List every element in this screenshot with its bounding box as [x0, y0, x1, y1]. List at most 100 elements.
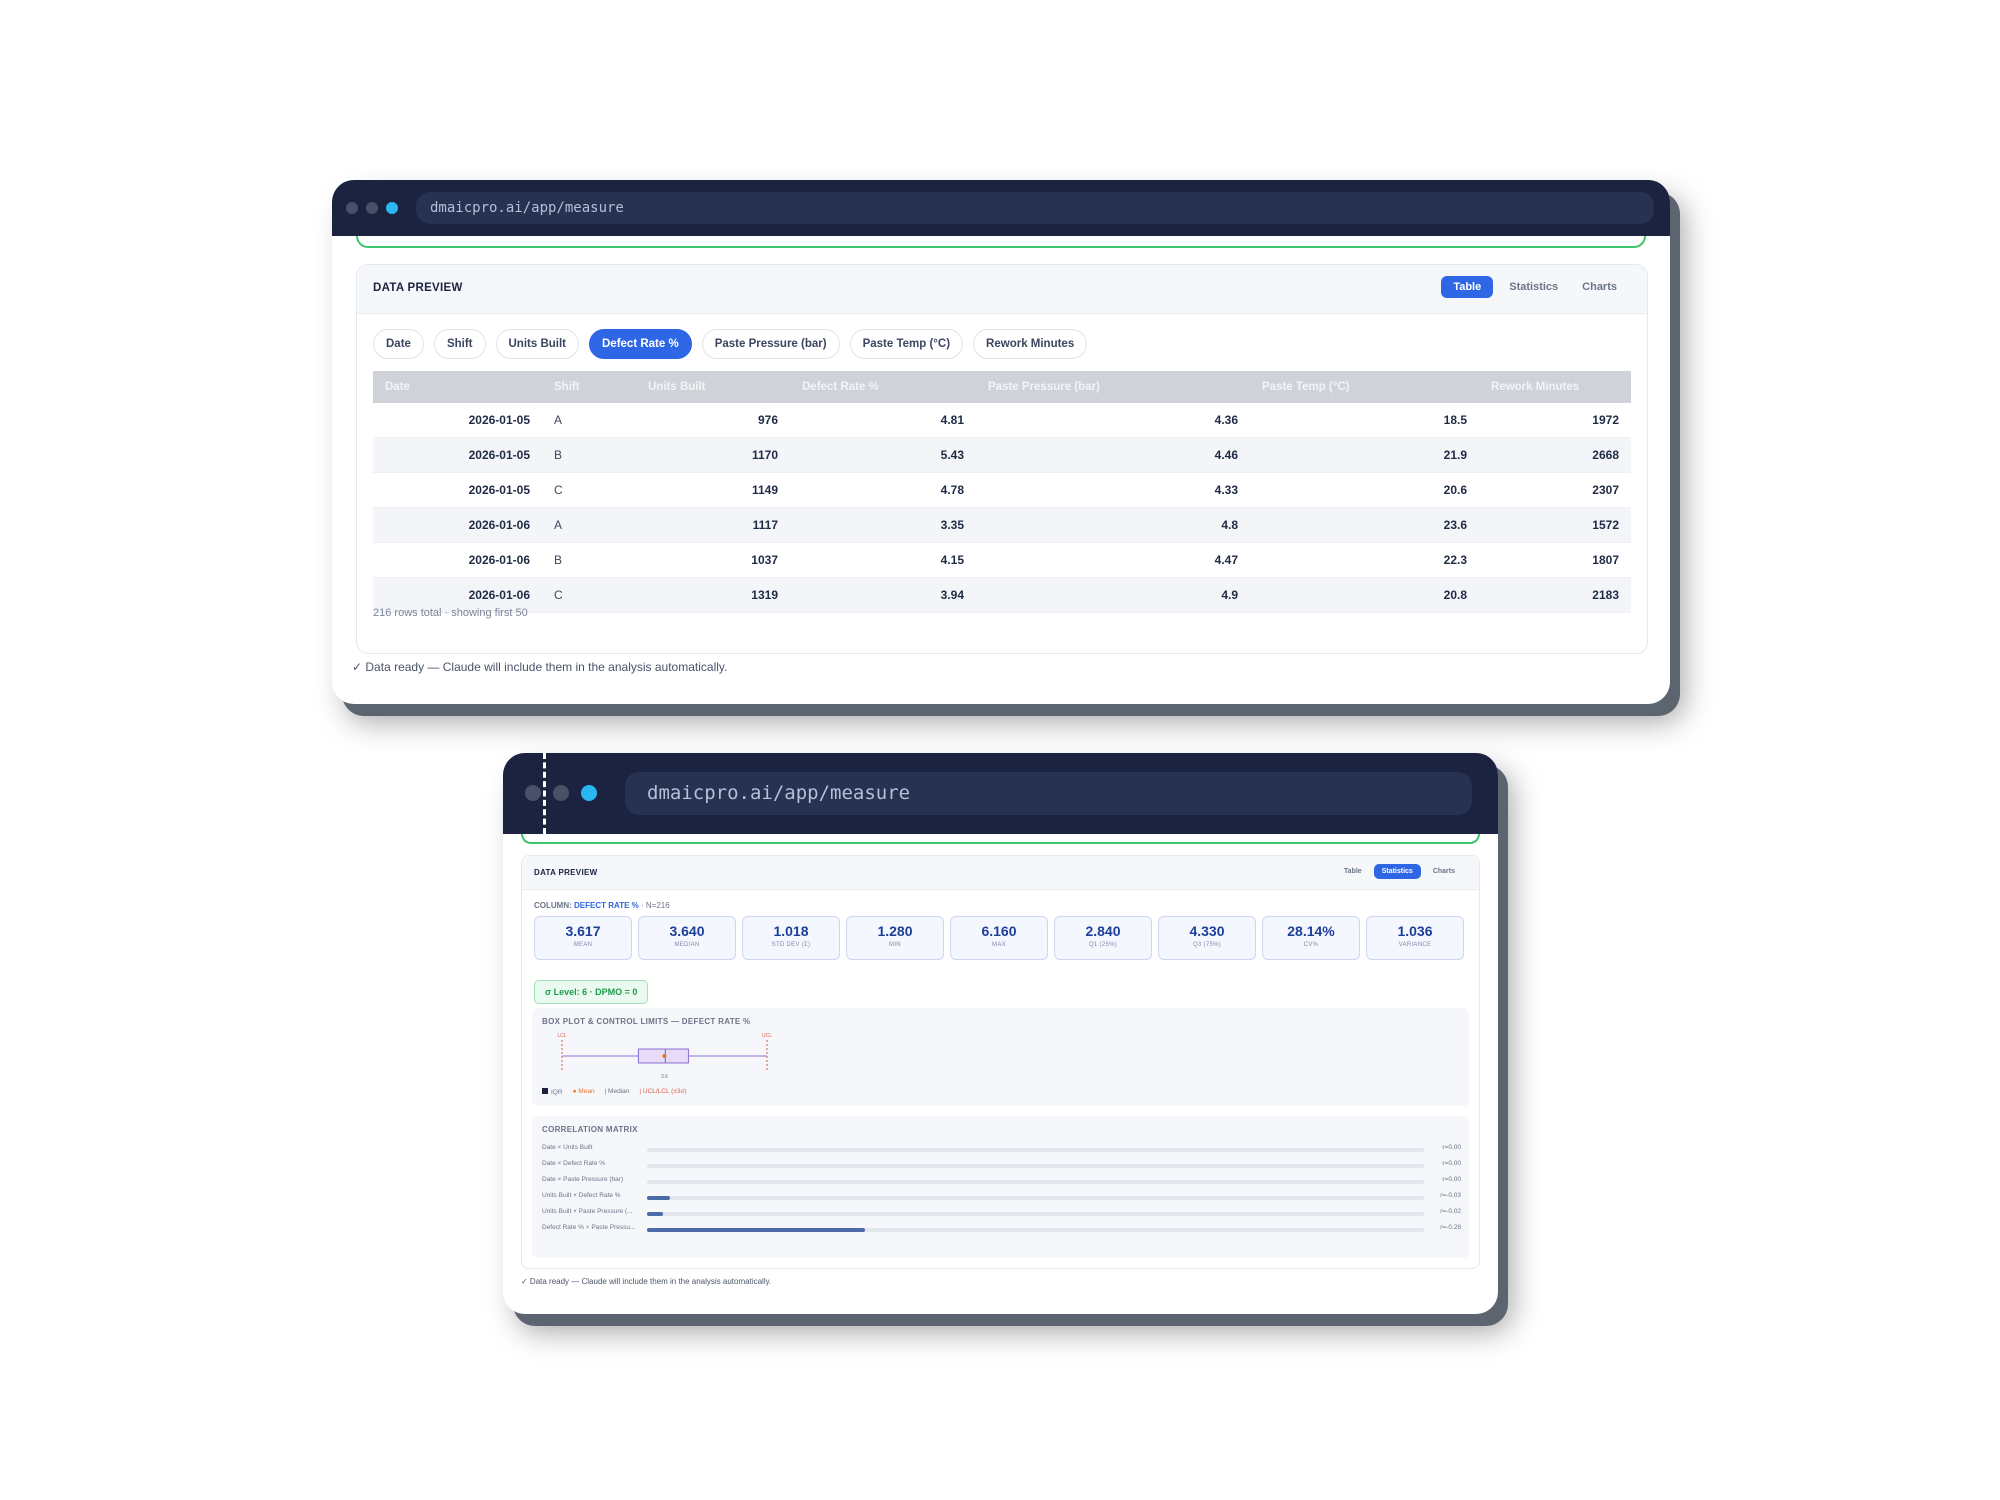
stat-value: 1.280 [877, 923, 913, 939]
stat-card-variance: 1.036 VARIANCE [1366, 916, 1464, 960]
cell-defect-rate: 3.94 [790, 577, 976, 613]
col-header-paste-pressure[interactable]: Paste Pressure (bar) [976, 371, 1250, 403]
correlation-track [647, 1180, 1424, 1184]
chip-rework-minutes[interactable]: Rework Minutes [973, 329, 1088, 359]
cell-date: 2026-01-06 [373, 507, 542, 543]
cell-defect-rate: 5.43 [790, 437, 976, 473]
cell-shift: A [542, 507, 636, 543]
legend-iqr-label: IQR [551, 1089, 563, 1096]
dashed-divider [543, 753, 546, 834]
panel-title: DATA PREVIEW [534, 868, 598, 877]
data-ready-message: ✓ Data ready — Claude will include them … [521, 1277, 772, 1286]
col-header-shift[interactable]: Shift [542, 371, 636, 403]
window-close-dot[interactable] [525, 785, 541, 801]
correlation-row: Defect Rate % × Paste Pressu... r=-0.28 [532, 1224, 1469, 1236]
cell-paste-pressure: 4.8 [976, 507, 1250, 543]
data-preview-panel: DATA PREVIEW Table Statistics Charts COL… [521, 855, 1480, 1269]
data-ready-message: ✓ Data ready — Claude will include them … [352, 660, 728, 674]
stat-card-q1: 2.840 Q1 (25%) [1054, 916, 1152, 960]
address-bar[interactable]: dmaicpro.ai/app/measure [625, 772, 1472, 815]
correlation-value: r=-0.02 [1440, 1208, 1461, 1215]
cell-units-built: 1319 [636, 577, 790, 613]
correlation-row: Units Built × Defect Rate % r=-0.03 [532, 1192, 1469, 1204]
tab-statistics[interactable]: Statistics [1501, 276, 1566, 298]
cell-paste-temp: 20.8 [1250, 577, 1479, 613]
chip-shift[interactable]: Shift [433, 329, 486, 359]
cell-rework-minutes: 2668 [1479, 437, 1631, 473]
window-maximize-dot[interactable] [581, 785, 597, 801]
box-mean-dot [662, 1054, 667, 1058]
cell-date: 2026-01-05 [373, 403, 542, 438]
browser-window-table: dmaicpro.ai/app/measure DATA PREVIEW Tab… [332, 180, 1670, 704]
cell-shift: C [542, 472, 636, 508]
box-plot-title: BOX PLOT & CONTROL LIMITS — DEFECT RATE … [542, 1017, 751, 1026]
col-header-defect-rate[interactable]: Defect Rate % [790, 371, 976, 403]
correlation-bar [647, 1212, 663, 1216]
title-bar: dmaicpro.ai/app/measure [332, 180, 1670, 236]
window-minimize-dot[interactable] [366, 202, 378, 214]
col-header-date[interactable]: Date [373, 371, 542, 403]
window-minimize-dot[interactable] [553, 785, 569, 801]
data-table: Date Shift Units Built Defect Rate % Pas… [373, 371, 1631, 613]
stat-label: STD DEV (Σ) [771, 942, 811, 948]
table-row: 2026-01-06 A 1117 3.35 4.8 23.6 1572 [373, 507, 1631, 543]
window-maximize-dot[interactable] [386, 202, 398, 214]
correlation-pair: Date × Defect Rate % [542, 1160, 606, 1167]
tab-charts[interactable]: Charts [1574, 276, 1625, 298]
correlation-value: r=0.00 [1442, 1176, 1461, 1183]
column-summary: COLUMN: DEFECT RATE % · N=216 [534, 901, 670, 910]
stat-card-std-dev: 1.018 STD DEV (Σ) [742, 916, 840, 960]
correlation-pair: Date × Units Built [542, 1144, 593, 1151]
stat-label: CV% [1303, 942, 1319, 948]
chip-date[interactable]: Date [373, 329, 424, 359]
address-bar[interactable]: dmaicpro.ai/app/measure [416, 192, 1654, 224]
correlation-bar [647, 1196, 671, 1200]
window-close-dot[interactable] [346, 202, 358, 214]
cell-paste-pressure: 4.47 [976, 542, 1250, 578]
cell-date: 2026-01-05 [373, 437, 542, 473]
correlation-title: CORRELATION MATRIX [542, 1125, 638, 1134]
correlation-pair: Units Built × Paste Pressure (... [542, 1208, 633, 1215]
cell-rework-minutes: 2307 [1479, 472, 1631, 508]
cell-paste-temp: 23.6 [1250, 507, 1479, 543]
title-bar: dmaicpro.ai/app/measure [503, 753, 1498, 834]
tab-charts[interactable]: Charts [1427, 864, 1461, 879]
cell-defect-rate: 4.78 [790, 472, 976, 508]
sigma-level-badge: σ Level: 6 · DPMO = 0 [534, 980, 649, 1004]
box-plot-legend: IQR ● Mean | Median | UCL/LCL (±3σ) [542, 1088, 687, 1096]
cell-paste-pressure: 4.46 [976, 437, 1250, 473]
chip-paste-pressure[interactable]: Paste Pressure (bar) [701, 329, 840, 359]
correlation-panel: CORRELATION MATRIX Date × Units Built r=… [532, 1116, 1469, 1258]
table-row: 2026-01-06 B 1037 4.15 4.47 22.3 1807 [373, 542, 1631, 578]
col-header-units-built[interactable]: Units Built [636, 371, 790, 403]
view-tabs: Table Statistics Charts [1441, 276, 1625, 298]
correlation-pair: Units Built × Defect Rate % [542, 1192, 621, 1199]
stat-value: 1.018 [773, 923, 809, 939]
correlation-value: r=0.00 [1442, 1160, 1461, 1167]
col-header-paste-temp[interactable]: Paste Temp (°C) [1250, 371, 1479, 403]
cell-shift: A [542, 403, 636, 438]
correlation-value: r=-0.03 [1440, 1192, 1461, 1199]
tab-table[interactable]: Table [1338, 864, 1368, 879]
table-row: 2026-01-05 B 1170 5.43 4.46 21.9 2668 [373, 437, 1631, 473]
column-label: COLUMN: [534, 901, 572, 910]
stat-value: 3.617 [565, 923, 601, 939]
table-row: 2026-01-05 C 1149 4.78 4.33 20.6 2307 [373, 472, 1631, 508]
tab-table[interactable]: Table [1441, 276, 1494, 298]
tab-statistics[interactable]: Statistics [1373, 864, 1421, 879]
cell-date: 2026-01-05 [373, 472, 542, 508]
chip-paste-temp[interactable]: Paste Temp (°C) [849, 329, 964, 359]
table-row: 2026-01-05 A 976 4.81 4.36 18.5 1972 [373, 403, 1631, 438]
correlation-bar [647, 1228, 865, 1232]
cell-units-built: 976 [636, 403, 790, 438]
stat-label: MIN [889, 942, 901, 948]
correlation-track [647, 1212, 1424, 1216]
chip-units-built[interactable]: Units Built [495, 329, 579, 359]
panel-title: DATA PREVIEW [373, 282, 463, 294]
chip-defect-rate[interactable]: Defect Rate % [589, 329, 692, 359]
legend-mean: ● Mean [572, 1088, 595, 1095]
stat-value: 2.840 [1085, 923, 1121, 939]
stat-card-mean: 3.617 MEAN [534, 916, 632, 960]
correlation-track [647, 1228, 1424, 1232]
col-header-rework-minutes[interactable]: Rework Minutes [1479, 371, 1631, 403]
